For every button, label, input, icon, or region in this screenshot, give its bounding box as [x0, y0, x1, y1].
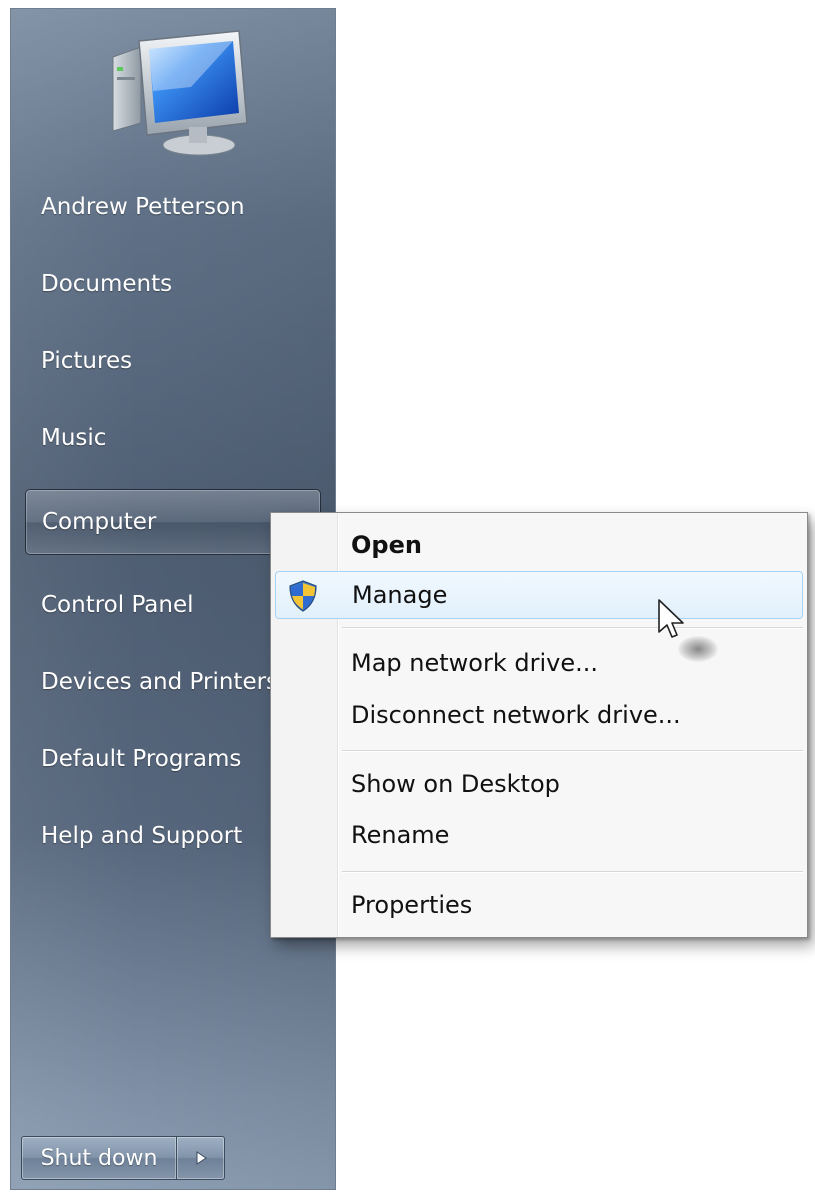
ctx-map-network-drive[interactable]: Map network drive... [275, 639, 803, 687]
ctx-separator [342, 750, 803, 752]
start-item-label: Computer [42, 509, 157, 535]
triangle-right-icon [196, 1151, 207, 1165]
start-item-label: Devices and Printers [41, 669, 279, 695]
start-item-label: Default Programs [41, 746, 242, 772]
shutdown-button[interactable]: Shut down [21, 1136, 177, 1180]
mouse-pointer-icon [658, 599, 684, 638]
ctx-manage[interactable]: Manage [275, 571, 803, 619]
start-item-user-folder[interactable]: Andrew Petterson [25, 174, 321, 240]
ctx-label: Properties [351, 891, 473, 919]
ctx-open[interactable]: Open [275, 521, 803, 569]
start-item-label: Control Panel [41, 592, 194, 618]
ctx-properties[interactable]: Properties [275, 881, 803, 929]
start-item-pictures[interactable]: Pictures [25, 328, 321, 394]
computer-context-menu: Open Manage Map network drive... Disconn… [270, 512, 808, 938]
shutdown-label: Shut down [40, 1145, 158, 1171]
ctx-separator [342, 871, 803, 873]
start-item-label: Pictures [41, 348, 133, 374]
shutdown-options-button[interactable] [177, 1136, 225, 1180]
start-item-label: Help and Support [41, 823, 243, 849]
ctx-label: Show on Desktop [351, 770, 560, 798]
ctx-separator [342, 627, 803, 629]
ctx-label: Map network drive... [351, 649, 598, 677]
start-item-music[interactable]: Music [25, 405, 321, 471]
ctx-show-on-desktop[interactable]: Show on Desktop [275, 760, 803, 808]
start-item-documents[interactable]: Documents [25, 251, 321, 317]
shutdown-controls: Shut down [21, 1136, 225, 1182]
uac-shield-icon [289, 580, 317, 612]
start-item-label: Andrew Petterson [41, 194, 245, 220]
ctx-label: Manage [352, 581, 448, 609]
ctx-rename[interactable]: Rename [275, 811, 803, 859]
ctx-disconnect-network-drive[interactable]: Disconnect network drive... [275, 691, 803, 739]
ctx-label: Open [351, 531, 422, 559]
start-item-label: Music [41, 425, 107, 451]
computer-monitor-icon [112, 30, 248, 156]
ctx-label: Rename [351, 821, 450, 849]
start-item-label: Documents [41, 271, 173, 297]
ctx-label: Disconnect network drive... [351, 701, 681, 729]
